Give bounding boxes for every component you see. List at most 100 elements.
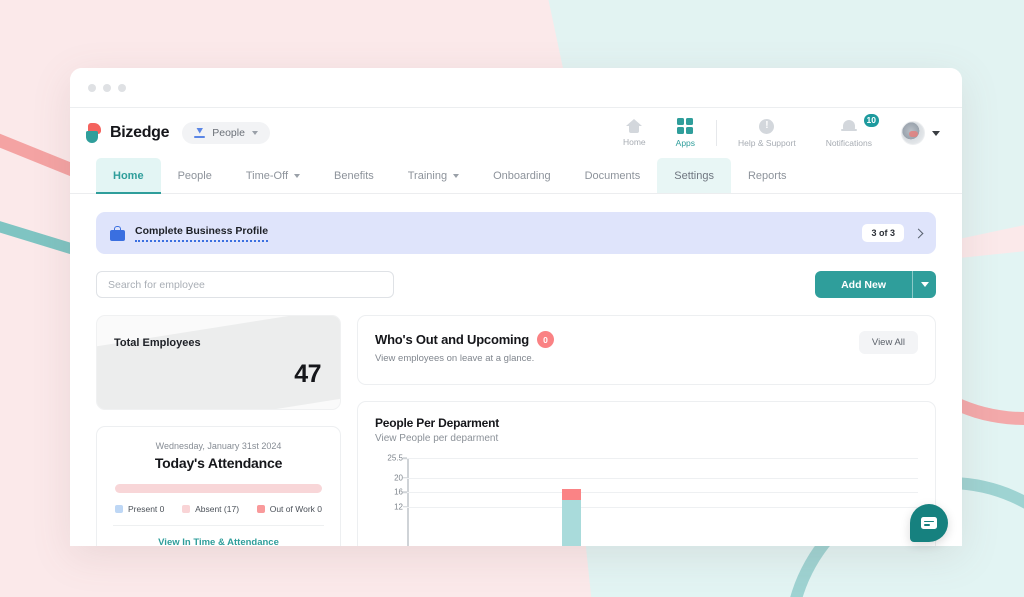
info-circle-icon: ! bbox=[759, 119, 774, 134]
add-new-button[interactable]: Add New bbox=[815, 271, 912, 298]
whos-out-title-row: Who's Out and Upcoming 0 bbox=[375, 331, 554, 348]
left-column: Total Employees 47 Wednesday, January 31… bbox=[96, 315, 341, 546]
attendance-date: Wednesday, January 31st 2024 bbox=[113, 441, 324, 451]
chart-bar-segment-red bbox=[562, 489, 581, 500]
chart-subtitle: View People per deparment bbox=[375, 433, 918, 444]
nav-tab-label: Home bbox=[113, 170, 144, 182]
window-dot-minimize[interactable] bbox=[103, 84, 111, 92]
browser-window: Bizedge People Home Apps ! H bbox=[70, 68, 962, 546]
header-home-label: Home bbox=[623, 137, 646, 147]
chart-tick-label: 12 bbox=[394, 502, 403, 511]
chart-tick-mark bbox=[403, 506, 407, 508]
whos-out-subtitle: View employees on leave at a glance. bbox=[375, 353, 554, 364]
legend-label: Present 0 bbox=[128, 504, 164, 514]
avatar bbox=[901, 121, 925, 145]
nav-tab-label: Benefits bbox=[334, 170, 374, 182]
chart-title: People Per Deparment bbox=[375, 416, 918, 430]
legend-swatch-absent-icon bbox=[182, 505, 190, 513]
chevron-down-icon bbox=[294, 174, 300, 178]
header-divider bbox=[716, 120, 717, 146]
total-employees-value: 47 bbox=[294, 360, 321, 389]
nav-tab-benefits[interactable]: Benefits bbox=[317, 158, 391, 193]
search-input[interactable] bbox=[96, 271, 394, 298]
nav-tab-people[interactable]: People bbox=[161, 158, 229, 193]
nav-tab-home[interactable]: Home bbox=[96, 158, 161, 193]
chart-plot-area: 25.5201612 bbox=[375, 458, 918, 546]
nav-tab-label: Onboarding bbox=[493, 170, 551, 182]
workspace-switcher[interactable]: People bbox=[182, 122, 270, 144]
add-new-dropdown-button[interactable] bbox=[912, 271, 936, 298]
chart-bars bbox=[409, 458, 918, 546]
nav-tab-label: Documents bbox=[585, 170, 641, 182]
brand-logo[interactable]: Bizedge bbox=[86, 123, 169, 143]
nav-tab-label: Settings bbox=[674, 170, 714, 182]
whos-out-badge: 0 bbox=[537, 331, 554, 348]
nav-tab-documents[interactable]: Documents bbox=[568, 158, 658, 193]
chart-tick-mark bbox=[403, 477, 407, 479]
header-actions: Home Apps ! Help & Support 10 Notificati… bbox=[608, 118, 940, 148]
background-stage: Bizedge People Home Apps ! H bbox=[0, 0, 1024, 597]
header-help-label: Help & Support bbox=[738, 138, 796, 148]
complete-business-profile-banner[interactable]: Complete Business Profile 3 of 3 bbox=[96, 212, 936, 254]
nav-tab-onboarding[interactable]: Onboarding bbox=[476, 158, 568, 193]
chart-bar-stack[interactable] bbox=[562, 489, 581, 546]
nav-tab-label: People bbox=[178, 170, 212, 182]
header-item-home[interactable]: Home bbox=[608, 119, 661, 147]
chart-tick-label: 16 bbox=[394, 488, 403, 497]
nav-tab-reports[interactable]: Reports bbox=[731, 158, 804, 193]
chart-tick-mark bbox=[403, 457, 407, 459]
user-menu[interactable] bbox=[887, 121, 940, 145]
banner-step-chip: 3 of 3 bbox=[862, 224, 904, 242]
nav-tab-label: Training bbox=[408, 170, 447, 182]
home-icon bbox=[626, 119, 642, 133]
browser-chrome bbox=[70, 68, 962, 108]
workspace-label: People bbox=[212, 127, 245, 139]
header-item-notifications[interactable]: 10 Notifications bbox=[811, 119, 887, 148]
chevron-right-icon[interactable] bbox=[914, 228, 924, 238]
nav-tab-label: Reports bbox=[748, 170, 787, 182]
legend-label: Out of Work 0 bbox=[270, 504, 322, 514]
briefcase-icon bbox=[110, 226, 125, 241]
notifications-badge: 10 bbox=[862, 112, 881, 129]
attendance-title: Today's Attendance bbox=[113, 455, 324, 471]
chart-bar-segment-teal bbox=[562, 500, 581, 547]
banner-progress: 3 of 3 bbox=[862, 224, 922, 242]
dashboard-grid: Total Employees 47 Wednesday, January 31… bbox=[96, 315, 936, 546]
chevron-down-icon bbox=[921, 282, 929, 287]
legend-label: Absent (17) bbox=[195, 504, 239, 514]
nav-tab-training[interactable]: Training bbox=[391, 158, 476, 193]
chart-tick-mark bbox=[403, 492, 407, 494]
header-item-apps[interactable]: Apps bbox=[661, 118, 710, 148]
person-icon bbox=[194, 128, 205, 139]
chat-message-icon bbox=[921, 517, 937, 529]
chevron-down-icon bbox=[252, 131, 258, 135]
window-dot-close[interactable] bbox=[88, 84, 96, 92]
chart-tick-label: 20 bbox=[394, 473, 403, 482]
chart-tick-label: 25.5 bbox=[387, 454, 403, 463]
nav-tab-settings[interactable]: Settings bbox=[657, 158, 731, 193]
right-column: Who's Out and Upcoming 0 View employees … bbox=[357, 315, 936, 546]
brand-name: Bizedge bbox=[110, 124, 169, 142]
banner-title: Complete Business Profile bbox=[135, 225, 268, 242]
bizedge-logo-icon bbox=[86, 123, 103, 143]
page-content: Complete Business Profile 3 of 3 Add New bbox=[70, 194, 962, 545]
chevron-down-icon bbox=[932, 131, 940, 136]
view-all-button[interactable]: View All bbox=[859, 331, 918, 354]
bell-icon bbox=[841, 119, 857, 134]
legend-item-out-of-work: Out of Work 0 bbox=[257, 504, 322, 514]
attendance-legend: Present 0 Absent (17) Out of Work 0 bbox=[113, 504, 324, 526]
nav-tab-label: Time-Off bbox=[246, 170, 288, 182]
chat-widget-button[interactable] bbox=[910, 504, 948, 542]
toolbar: Add New bbox=[96, 271, 936, 298]
app-header: Bizedge People Home Apps ! H bbox=[70, 108, 962, 158]
legend-item-present: Present 0 bbox=[115, 504, 164, 514]
legend-item-absent: Absent (17) bbox=[182, 504, 239, 514]
total-employees-label: Total Employees bbox=[114, 337, 201, 349]
nav-tab-time-off[interactable]: Time-Off bbox=[229, 158, 317, 193]
header-item-help[interactable]: ! Help & Support bbox=[723, 119, 811, 148]
total-employees-card[interactable]: Total Employees 47 bbox=[96, 315, 341, 410]
header-apps-label: Apps bbox=[676, 138, 695, 148]
legend-swatch-out-of-work-icon bbox=[257, 505, 265, 513]
view-in-time-and-attendance-link[interactable]: View In Time & Attendance bbox=[113, 526, 324, 546]
window-dot-maximize[interactable] bbox=[118, 84, 126, 92]
